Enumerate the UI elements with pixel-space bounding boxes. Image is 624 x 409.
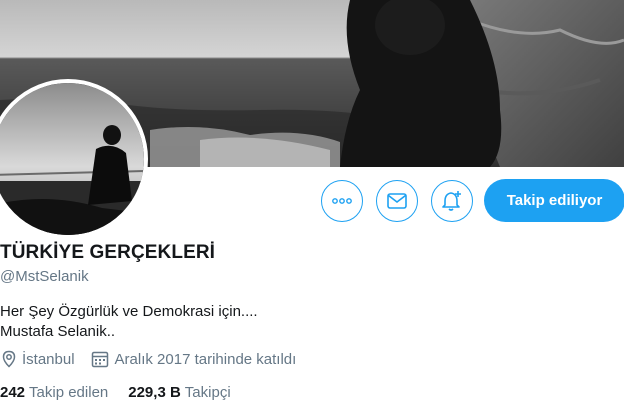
calendar-icon <box>91 351 108 368</box>
avatar-photo <box>0 83 144 235</box>
more-button[interactable] <box>321 180 363 222</box>
bio-line: Her Şey Özgürlük ve Demokrasi için.... <box>0 303 258 320</box>
profile-name: TÜRKİYE GERÇEKLERİ <box>0 242 216 263</box>
message-button[interactable] <box>376 180 418 222</box>
followers-count: 229,3 B <box>128 384 181 401</box>
following-button-label: Takip ediliyor <box>506 192 603 209</box>
followers-label: Takipçi <box>184 384 231 401</box>
join-date: Aralık 2017 tarihinde katıldı <box>91 350 297 368</box>
location-pin-icon <box>2 350 16 368</box>
profile-handle: @MstSelanik <box>0 268 89 285</box>
envelope-icon <box>387 193 407 209</box>
profile-meta: İstanbul Aralık 2017 tarihinde katıldı <box>0 350 296 368</box>
following-button[interactable]: Takip ediliyor <box>484 179 624 222</box>
profile-bio: Her Şey Özgürlük ve Demokrasi için.... M… <box>0 302 258 342</box>
following-label: Takip edilen <box>29 384 109 401</box>
more-dots-icon <box>332 198 352 204</box>
following-count: 242 <box>0 384 26 401</box>
join-date-text: Aralık 2017 tarihinde katıldı <box>114 350 297 368</box>
bio-line: Mustafa Selanik.. <box>0 323 116 340</box>
profile-stats: 242 Takip edilen 229,3 B Takipçi <box>0 384 231 401</box>
following-link[interactable]: 242 Takip edilen <box>0 384 108 401</box>
followers-link[interactable]: 229,3 B Takipçi <box>128 384 230 401</box>
location: İstanbul <box>0 350 75 368</box>
notifications-button[interactable] <box>431 180 473 222</box>
location-text: İstanbul <box>22 350 75 368</box>
profile-avatar[interactable] <box>0 79 148 239</box>
bell-plus-icon <box>442 191 461 211</box>
